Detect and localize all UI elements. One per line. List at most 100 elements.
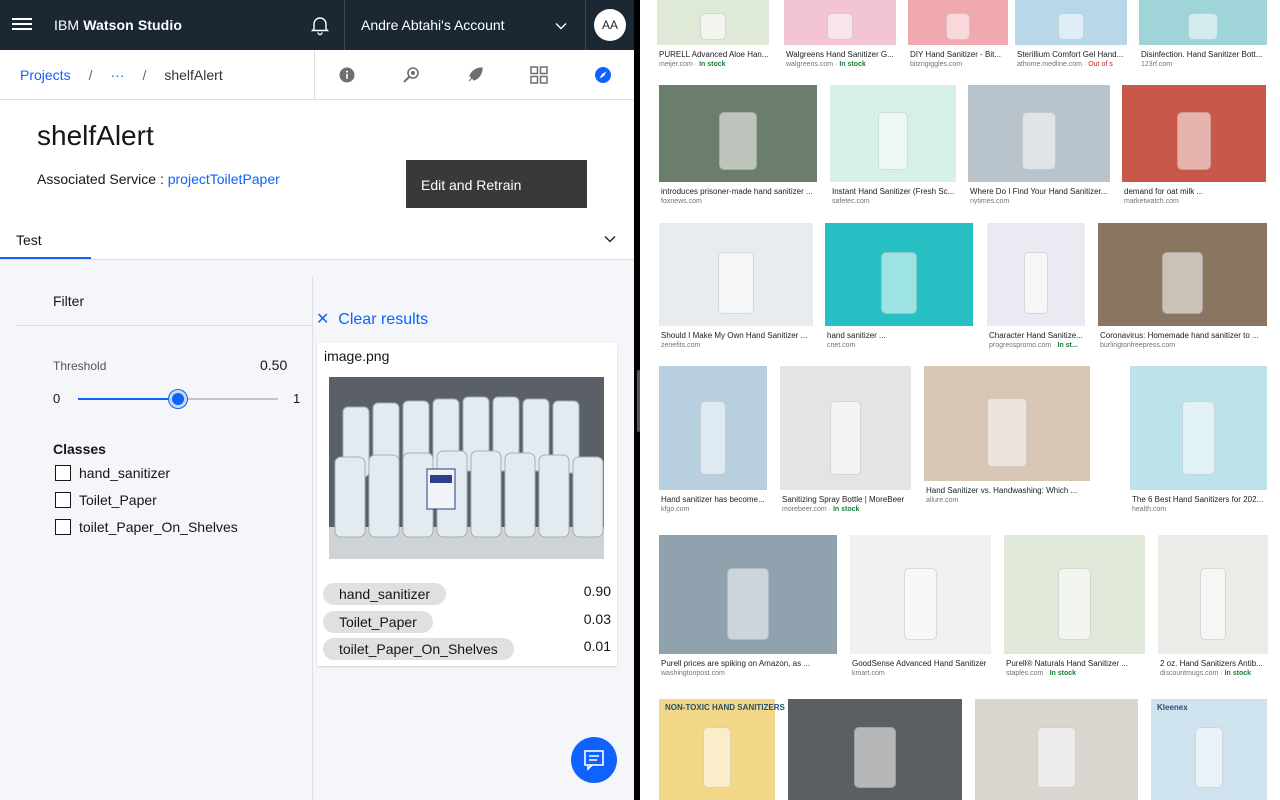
search-result-caption[interactable]: Character Hand Sanitize... — [989, 331, 1093, 340]
search-result-caption[interactable]: Disinfection. Hand Sanitizer Bott... — [1141, 50, 1275, 59]
search-result-image[interactable] — [659, 85, 817, 182]
search-result-caption[interactable]: hand sanitizer ... — [827, 331, 981, 340]
search-result-source: staples.com · In stock — [1006, 670, 1077, 677]
avatar[interactable]: AA — [594, 9, 626, 41]
search-result-image[interactable] — [659, 535, 837, 654]
bottle-shape — [946, 12, 970, 40]
breadcrumb-current: shelfAlert — [164, 67, 223, 83]
search-result-image[interactable] — [784, 0, 896, 45]
search-result-caption[interactable]: Purell prices are spiking on Amazon, as … — [661, 659, 845, 668]
slider-thumb[interactable] — [169, 390, 187, 408]
search-result-image[interactable] — [825, 223, 973, 326]
bottle-shape — [1057, 568, 1092, 640]
search-result-image[interactable] — [1151, 699, 1267, 800]
account-switcher[interactable]: Andre Abtahi's Account — [344, 0, 586, 50]
search-result-caption[interactable]: Should I Make My Own Hand Sanitizer ... — [661, 331, 821, 340]
tab-test[interactable]: Test — [16, 232, 42, 248]
image-overlay-text: Kleenex — [1157, 703, 1188, 712]
search-result-caption[interactable]: Instant Hand Sanitizer (Fresh Sc... — [832, 187, 964, 196]
search-result-image[interactable] — [659, 366, 767, 490]
bottle-shape — [726, 568, 770, 640]
search-result-caption[interactable]: GoodSense Advanced Hand Sanitizer — [852, 659, 999, 668]
bottle-shape — [1176, 112, 1212, 171]
filter-heading: Filter — [53, 293, 85, 309]
watson-studio-panel: IBM Watson Studio Andre Abtahi's Account… — [0, 0, 634, 800]
chat-button[interactable] — [571, 737, 617, 783]
search-result-image[interactable] — [830, 85, 956, 182]
search-result-image[interactable] — [1130, 366, 1267, 490]
page-title: shelfAlert — [37, 120, 154, 151]
search-result-image[interactable] — [975, 699, 1138, 800]
search-result-image[interactable] — [1139, 0, 1267, 45]
clear-results-button[interactable]: ✕ Clear results — [316, 309, 428, 329]
search-result-caption[interactable]: The 6 Best Hand Sanitizers for 202... — [1132, 495, 1275, 504]
search-result-image[interactable] — [1098, 223, 1267, 326]
search-result-image[interactable] — [659, 223, 813, 326]
search-result-image[interactable] — [788, 699, 962, 800]
threshold-slider[interactable] — [78, 390, 278, 408]
search-result-image[interactable] — [1015, 0, 1127, 45]
search-result-image[interactable] — [657, 0, 769, 45]
stock-status: Out of s — [1088, 61, 1113, 68]
grid-icon[interactable] — [507, 50, 571, 100]
stock-status: In stock — [1049, 670, 1077, 677]
search-result-caption[interactable]: Purell® Naturals Hand Sanitizer ... — [1006, 659, 1153, 668]
search-result-caption[interactable]: introduces prisoner-made hand sanitizer … — [661, 187, 825, 196]
search-result-caption[interactable]: 2 oz. Hand Sanitizers Antib... — [1160, 659, 1276, 668]
brand-title[interactable]: IBM Watson Studio — [54, 17, 182, 33]
search-result-image[interactable] — [924, 366, 1090, 481]
checkbox[interactable] — [55, 492, 71, 508]
class-label: toilet_Paper_On_Shelves — [79, 519, 238, 535]
search-result-image[interactable] — [1158, 535, 1268, 654]
associated-service-link[interactable]: projectToiletPaper — [168, 171, 280, 187]
search-result-caption[interactable]: Walgreens Hand Sanitizer G... — [786, 50, 904, 59]
bottle-shape — [826, 12, 854, 40]
search-result-source: morebeer.com · In stock — [782, 506, 860, 513]
search-result-image[interactable] — [908, 0, 1008, 45]
filter-divider — [16, 325, 312, 326]
breadcrumb-overflow-link[interactable]: ··· — [110, 67, 124, 83]
search-result-caption[interactable]: Hand Sanitizer vs. Handwashing: Which ..… — [926, 486, 1098, 495]
search-result-caption[interactable]: demand for oat milk ... — [1124, 187, 1274, 196]
compass-icon[interactable] — [571, 50, 634, 100]
search-result-image[interactable] — [850, 535, 991, 654]
breadcrumb-projects-link[interactable]: Projects — [20, 67, 71, 83]
search-result-image[interactable] — [659, 699, 775, 800]
search-result-caption[interactable]: Where Do I Find Your Hand Sanitizer... — [970, 187, 1118, 196]
search-result-source: foxnews.com — [661, 198, 702, 205]
classes-heading: Classes — [53, 441, 106, 457]
search-result-image[interactable] — [987, 223, 1085, 326]
checkbox[interactable] — [55, 465, 71, 481]
search-result-source: marketwatch.com — [1124, 198, 1179, 205]
info-icon[interactable] — [315, 50, 379, 100]
search-result-caption[interactable]: DIY Hand Sanitizer - Bit... — [910, 50, 1016, 59]
search-result-caption[interactable]: Coronavirus: Homemade hand sanitizer to … — [1100, 331, 1275, 340]
stock-status: In st... — [1057, 342, 1078, 349]
search-result-caption[interactable]: Sterillium Comfort Gel Hand... — [1017, 50, 1135, 59]
image-overlay-text: NON-TOXIC HAND SANITIZERS — [665, 703, 785, 712]
chat-icon — [584, 750, 604, 771]
bottle-shape — [1195, 727, 1223, 788]
search-result-source: burlingtonfreepress.com — [1100, 342, 1175, 349]
chevron-down-icon[interactable] — [603, 232, 617, 246]
checkbox[interactable] — [55, 519, 71, 535]
search-result-caption[interactable]: Sanitizing Spray Bottle | MoreBeer — [782, 495, 919, 504]
menu-icon[interactable] — [12, 15, 32, 35]
search-result-caption[interactable]: Hand sanitizer has become... — [661, 495, 775, 504]
search-result-image[interactable] — [1122, 85, 1266, 182]
search-result-image[interactable] — [780, 366, 911, 490]
notification-icon[interactable] — [308, 13, 332, 37]
search-result-source: meijer.com · In stock — [659, 61, 726, 68]
clear-results-label: Clear results — [338, 311, 429, 328]
source-domain: morebeer.com — [782, 506, 827, 513]
source-domain: kmart.com — [852, 670, 885, 677]
edit-and-retrain-button[interactable]: Edit and Retrain — [406, 160, 587, 208]
search-result-caption[interactable]: PURELL Advanced Aloe Han... — [659, 50, 777, 59]
search-model-icon[interactable] — [379, 50, 443, 100]
source-domain: washingtonpost.com — [661, 670, 725, 677]
bottle-shape — [700, 400, 726, 476]
search-result-image[interactable] — [1004, 535, 1145, 654]
search-result-image[interactable] — [968, 85, 1110, 182]
deploy-icon[interactable] — [443, 50, 507, 100]
source-domain: walgreens.com — [786, 61, 834, 68]
